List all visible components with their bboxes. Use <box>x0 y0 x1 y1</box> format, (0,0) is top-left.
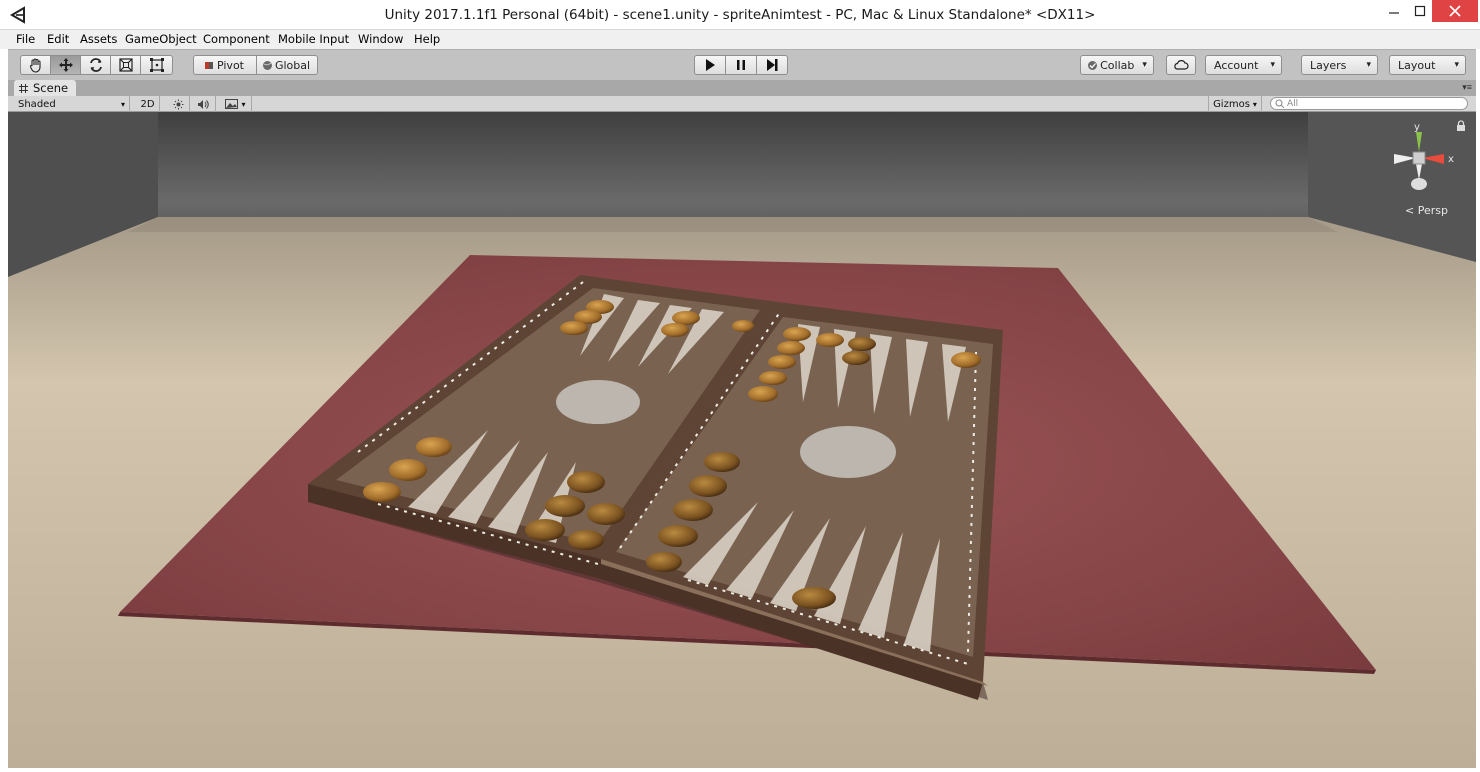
audio-toggle[interactable] <box>192 96 216 112</box>
chevron-down-icon: ▾ <box>120 99 125 109</box>
scene-grid-icon <box>19 83 28 93</box>
collab-check-icon <box>1088 60 1098 70</box>
pivot-toggle[interactable]: Pivot <box>193 55 257 75</box>
lock-icon[interactable] <box>1456 120 1466 132</box>
gizmo-neg-y-arrow <box>1416 164 1422 180</box>
pause-icon <box>737 60 745 70</box>
scene-view-toolbar: Shaded ▾ 2D ▾ Gizmos ▾ All <box>8 96 1476 112</box>
orientation-gizmo[interactable]: y x <box>1386 118 1466 218</box>
play-icon <box>706 59 715 71</box>
gizmos-label: Gizmos <box>1213 98 1250 110</box>
2d-toggle[interactable]: 2D <box>136 96 160 112</box>
menu-edit[interactable]: Edit <box>47 32 69 46</box>
rotate-tool-icon <box>89 58 102 72</box>
2d-label: 2D <box>140 98 155 110</box>
board-logo-left <box>556 380 640 424</box>
menu-mobile-input[interactable]: Mobile Input <box>278 32 349 46</box>
scene-search-input[interactable]: All <box>1270 97 1468 110</box>
cloud-services-button[interactable] <box>1166 55 1196 75</box>
lighting-toggle[interactable] <box>168 96 190 112</box>
close-button[interactable] <box>1432 0 1478 22</box>
projection-toggle[interactable]: < Persp <box>1405 204 1448 217</box>
menu-gameobject[interactable]: GameObject <box>125 32 197 46</box>
layers-dropdown[interactable]: Layers <box>1301 55 1378 75</box>
rotate-tool-button[interactable] <box>80 55 111 75</box>
globe-icon <box>262 60 272 70</box>
collab-dropdown[interactable]: Collab <box>1080 55 1154 75</box>
gizmo-y-arrow <box>1416 132 1422 152</box>
board-logo-right <box>800 426 896 478</box>
play-button[interactable] <box>694 55 726 75</box>
scene-tab-label: Scene <box>33 81 69 95</box>
effects-dropdown[interactable]: ▾ <box>220 96 252 112</box>
minimize-icon <box>1389 12 1399 14</box>
maximize-button[interactable] <box>1406 0 1434 22</box>
move-tool-button[interactable] <box>50 55 81 75</box>
menu-bar: File Edit Assets GameObject Component Mo… <box>0 30 1480 49</box>
pause-button[interactable] <box>725 55 757 75</box>
rect-tool-icon <box>149 58 164 72</box>
tab-scene[interactable]: Scene <box>14 80 77 96</box>
menu-file[interactable]: File <box>16 32 35 46</box>
global-toggle[interactable]: Global <box>256 55 318 75</box>
layout-dropdown[interactable]: Layout <box>1389 55 1466 75</box>
speaker-icon <box>198 99 209 109</box>
menu-window[interactable]: Window <box>358 32 403 46</box>
scene-render <box>8 112 1476 768</box>
shading-mode-label: Shaded <box>18 98 56 110</box>
chevron-down-icon: ▾ <box>1252 99 1257 109</box>
account-label: Account <box>1214 58 1259 72</box>
menu-help[interactable]: Help <box>414 32 440 46</box>
menu-assets[interactable]: Assets <box>80 32 117 46</box>
step-button[interactable] <box>756 55 788 75</box>
pivot-icon <box>204 61 213 69</box>
collab-label: Collab <box>1100 58 1135 72</box>
tab-menu-icon[interactable]: ▾≡ <box>1462 82 1472 93</box>
gizmos-dropdown[interactable]: Gizmos ▾ <box>1208 96 1262 112</box>
chevron-left-icon: < <box>1405 204 1415 217</box>
search-icon <box>1275 99 1285 108</box>
shading-mode-dropdown[interactable]: Shaded ▾ <box>14 96 130 112</box>
global-label: Global <box>274 58 311 72</box>
close-icon <box>1449 5 1461 17</box>
cloud-icon <box>1174 60 1189 70</box>
window-title: Unity 2017.1.1f1 Personal (64bit) - scen… <box>384 7 1096 23</box>
gizmo-y-label: y <box>1414 122 1420 133</box>
pivot-label: Pivot <box>216 58 244 72</box>
gizmo-x-label: x <box>1448 154 1454 165</box>
hand-tool-icon <box>29 58 41 73</box>
scale-tool-icon <box>118 58 133 72</box>
menu-component[interactable]: Component <box>203 32 270 46</box>
gizmo-center-cube[interactable] <box>1412 151 1426 165</box>
image-effects-icon <box>225 99 239 109</box>
main-toolbar: Pivot Global Collab Account Layers Layou… <box>8 49 1476 80</box>
scale-tool-button[interactable] <box>110 55 141 75</box>
step-icon <box>767 59 778 71</box>
scene-tab-bar: Scene ▾≡ <box>8 80 1476 96</box>
chevron-down-icon: ▾ <box>241 99 246 109</box>
search-placeholder: All <box>1287 98 1299 109</box>
projection-label: Persp <box>1417 204 1448 217</box>
sun-icon <box>173 99 184 109</box>
layers-label: Layers <box>1310 58 1347 72</box>
rect-tool-button[interactable] <box>140 55 173 75</box>
move-tool-icon <box>58 58 73 72</box>
account-dropdown[interactable]: Account <box>1205 55 1282 75</box>
title-bar: Unity 2017.1.1f1 Personal (64bit) - scen… <box>0 0 1480 30</box>
maximize-icon <box>1414 5 1426 17</box>
scene-viewport[interactable]: y x < Persp <box>8 112 1476 768</box>
hand-tool-button[interactable] <box>20 55 51 75</box>
layout-label: Layout <box>1398 58 1436 72</box>
minimize-button[interactable] <box>1380 0 1408 22</box>
